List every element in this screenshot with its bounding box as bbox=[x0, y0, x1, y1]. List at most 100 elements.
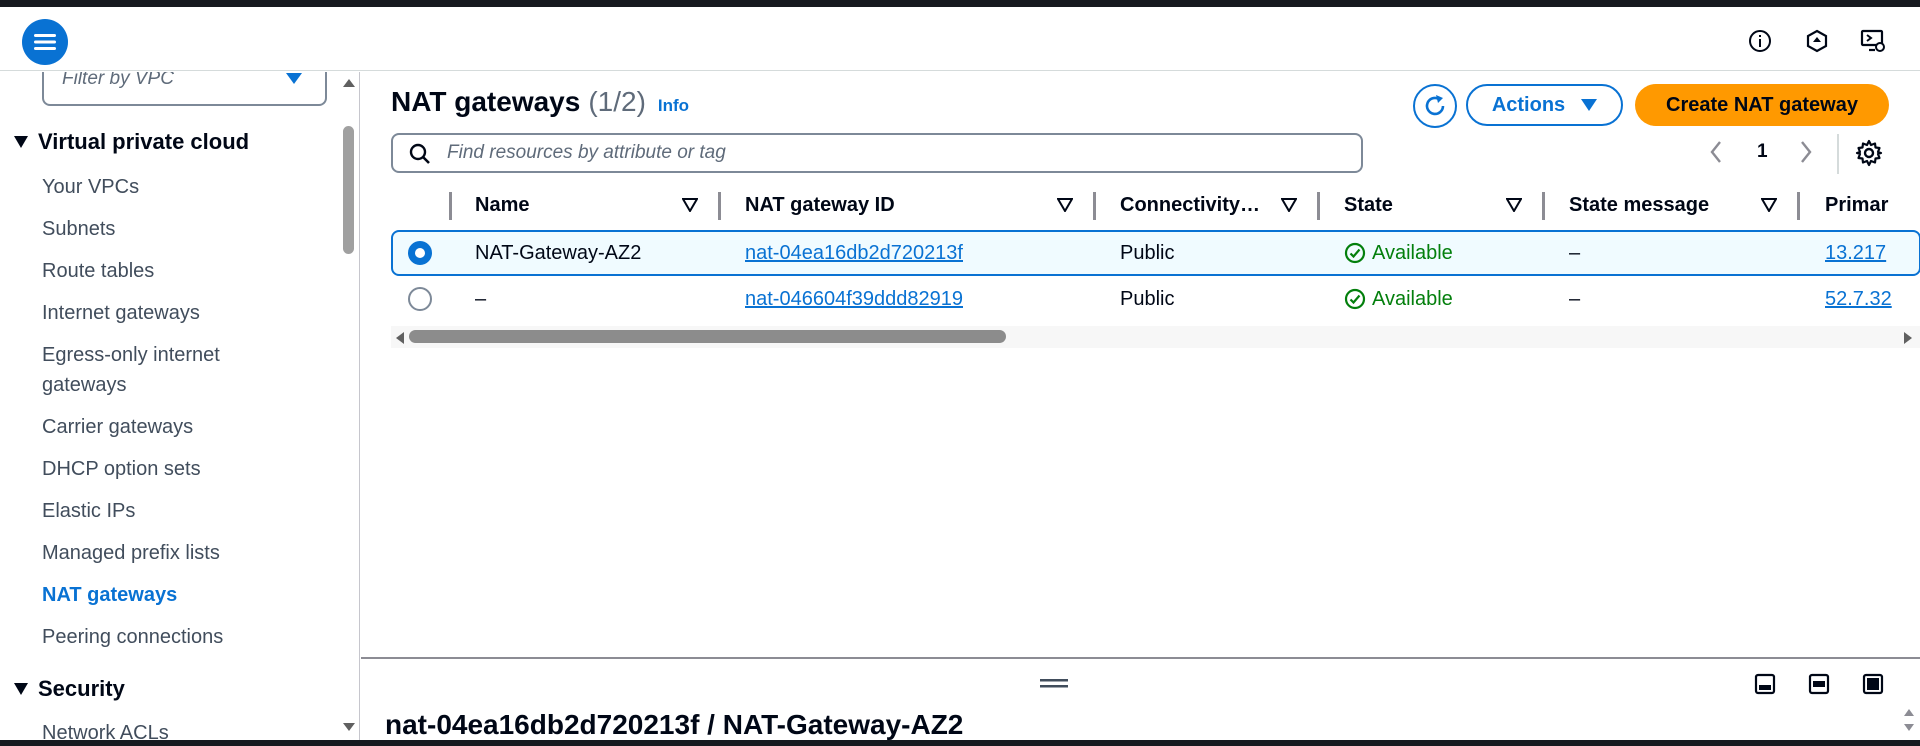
caret-down-icon bbox=[1581, 99, 1598, 111]
resize-handle-icon[interactable] bbox=[1040, 677, 1068, 689]
column-header-state-message[interactable]: State message bbox=[1569, 190, 1709, 220]
sidebar-item-carrier-gateways[interactable]: Carrier gateways bbox=[42, 412, 272, 442]
page-title: NAT gateways (1/2) Info bbox=[391, 86, 689, 118]
vpc-filter-select[interactable]: Filter by VPC bbox=[42, 72, 327, 106]
table-row[interactable]: NAT-Gateway-AZ2 nat-04ea16db2d720213f Pu… bbox=[391, 230, 1920, 276]
actions-label: Actions bbox=[1491, 93, 1566, 116]
cell-nat-gateway-id-link[interactable]: nat-046604f39ddd82919 bbox=[745, 284, 963, 314]
scroll-right-arrow-icon[interactable] bbox=[1903, 331, 1913, 345]
panel-position-side-button[interactable] bbox=[1808, 673, 1830, 695]
panel-position-bottom-button[interactable] bbox=[1754, 673, 1776, 695]
sidebar-scroll-thumb[interactable] bbox=[343, 126, 354, 254]
state-label: Available bbox=[1372, 288, 1453, 310]
sidebar-item-subnets[interactable]: Subnets bbox=[42, 214, 272, 244]
notifications-icon bbox=[1806, 29, 1828, 53]
status-success-icon bbox=[1344, 288, 1366, 310]
section-virtual-private-cloud[interactable]: Virtual private cloud bbox=[14, 129, 249, 155]
sidebar-item-internet-gateways[interactable]: Internet gateways bbox=[42, 298, 272, 328]
panel-middle-icon bbox=[1808, 673, 1830, 695]
cell-name: – bbox=[475, 288, 487, 310]
notifications-button[interactable] bbox=[1804, 28, 1830, 54]
row-radio-button[interactable] bbox=[408, 241, 432, 265]
search-field[interactable] bbox=[391, 133, 1363, 173]
sort-icon[interactable] bbox=[1761, 198, 1777, 212]
info-button[interactable] bbox=[1747, 28, 1773, 54]
main-content: NAT gateways (1/2) Info Actions Create N… bbox=[361, 72, 1920, 657]
selection-count: (1/2) bbox=[588, 86, 646, 117]
current-page-number[interactable]: 1 bbox=[1757, 141, 1768, 163]
window-bottom-border bbox=[0, 740, 1920, 746]
side-navigation: Filter by VPC Virtual private cloud Your… bbox=[0, 72, 360, 740]
status-success-icon bbox=[1344, 242, 1366, 264]
table-row[interactable]: – nat-046604f39ddd82919 Public Available… bbox=[391, 278, 1920, 322]
info-circle-icon bbox=[1749, 30, 1771, 52]
pagination-divider bbox=[1837, 134, 1839, 174]
sort-icon[interactable] bbox=[1057, 198, 1073, 212]
sort-icon[interactable] bbox=[1506, 198, 1522, 212]
cell-connectivity: Public bbox=[1120, 242, 1175, 264]
sort-icon[interactable] bbox=[1281, 198, 1297, 212]
column-header-name[interactable]: Name bbox=[475, 190, 529, 220]
search-icon bbox=[409, 143, 430, 164]
hamburger-menu-button[interactable] bbox=[22, 19, 68, 65]
display-preferences-button[interactable] bbox=[1860, 28, 1886, 54]
column-divider bbox=[1542, 192, 1545, 220]
scroll-up-arrow-icon[interactable] bbox=[342, 78, 356, 88]
caret-down-icon bbox=[14, 136, 28, 148]
split-panel: nat-04ea16db2d720213f / NAT-Gateway-AZ2 bbox=[361, 657, 1920, 740]
refresh-icon bbox=[1425, 95, 1445, 116]
create-nat-gateway-button[interactable]: Create NAT gateway bbox=[1635, 84, 1889, 126]
cell-nat-gateway-id-link[interactable]: nat-04ea16db2d720213f bbox=[745, 238, 963, 268]
sidebar-item-your-vpcs[interactable]: Your VPCs bbox=[42, 172, 272, 202]
section-label: Virtual private cloud bbox=[38, 129, 250, 154]
sidebar-item-nat-gateways[interactable]: NAT gateways bbox=[42, 580, 272, 610]
page-title-text: NAT gateways bbox=[391, 86, 581, 117]
gear-icon[interactable] bbox=[1855, 139, 1883, 167]
vpc-filter-placeholder: Filter by VPC bbox=[62, 72, 174, 89]
actions-dropdown-button[interactable]: Actions bbox=[1466, 84, 1623, 126]
column-divider bbox=[1317, 192, 1320, 220]
column-header-nat-gateway-id[interactable]: NAT gateway ID bbox=[745, 190, 895, 220]
row-radio-button[interactable] bbox=[408, 287, 432, 311]
sort-icon[interactable] bbox=[682, 198, 698, 212]
column-header-primary[interactable]: Primar bbox=[1825, 190, 1888, 220]
sidebar-item-dhcp-option-sets[interactable]: DHCP option sets bbox=[42, 454, 272, 484]
sidebar-scrollbar[interactable] bbox=[338, 72, 359, 740]
caret-down-icon bbox=[14, 683, 28, 695]
table-horizontal-scrollbar[interactable] bbox=[391, 326, 1920, 348]
cell-primary-ip-link[interactable]: 13.217 bbox=[1825, 238, 1886, 268]
column-divider bbox=[718, 192, 721, 220]
display-preferences-icon bbox=[1860, 29, 1885, 52]
cell-primary-ip-link[interactable]: 52.7.32 bbox=[1825, 284, 1892, 314]
cell-state: Available bbox=[1344, 284, 1453, 314]
sidebar-item-egress-only-internet-gateways[interactable]: Egress-only internet gateways bbox=[42, 340, 272, 400]
window-resize-arrows-icon[interactable] bbox=[1902, 707, 1916, 733]
panel-fullscreen-button[interactable] bbox=[1862, 673, 1884, 695]
next-page-icon[interactable] bbox=[1798, 138, 1814, 166]
scroll-down-arrow-icon[interactable] bbox=[342, 722, 356, 732]
sidebar-item-elastic-ips[interactable]: Elastic IPs bbox=[42, 496, 272, 526]
section-security[interactable]: Security bbox=[14, 676, 125, 702]
caret-down-icon bbox=[286, 73, 302, 84]
refresh-button[interactable] bbox=[1413, 84, 1457, 128]
section-label: Security bbox=[38, 676, 125, 701]
column-header-connectivity[interactable]: Connectivity… bbox=[1120, 190, 1260, 220]
column-header-state[interactable]: State bbox=[1344, 190, 1393, 220]
scroll-left-arrow-icon[interactable] bbox=[395, 331, 405, 345]
split-panel-title: nat-04ea16db2d720213f / NAT-Gateway-AZ2 bbox=[385, 709, 964, 740]
search-input[interactable] bbox=[447, 139, 1327, 167]
column-divider bbox=[1093, 192, 1096, 220]
table-scroll-thumb[interactable] bbox=[409, 330, 1006, 343]
top-header bbox=[0, 7, 1920, 71]
info-link[interactable]: Info bbox=[658, 96, 689, 116]
previous-page-icon[interactable] bbox=[1708, 138, 1724, 166]
panel-full-icon bbox=[1862, 673, 1884, 695]
sidebar-item-network-acls[interactable]: Network ACLs bbox=[42, 718, 272, 740]
state-label: Available bbox=[1372, 242, 1453, 264]
sidebar-item-managed-prefix-lists[interactable]: Managed prefix lists bbox=[42, 538, 272, 568]
cell-state-message: – bbox=[1569, 242, 1581, 264]
sidebar-item-route-tables[interactable]: Route tables bbox=[42, 256, 272, 286]
cell-state-message: – bbox=[1569, 288, 1581, 310]
hamburger-menu-icon bbox=[34, 34, 56, 50]
sidebar-item-peering-connections[interactable]: Peering connections bbox=[42, 622, 272, 652]
